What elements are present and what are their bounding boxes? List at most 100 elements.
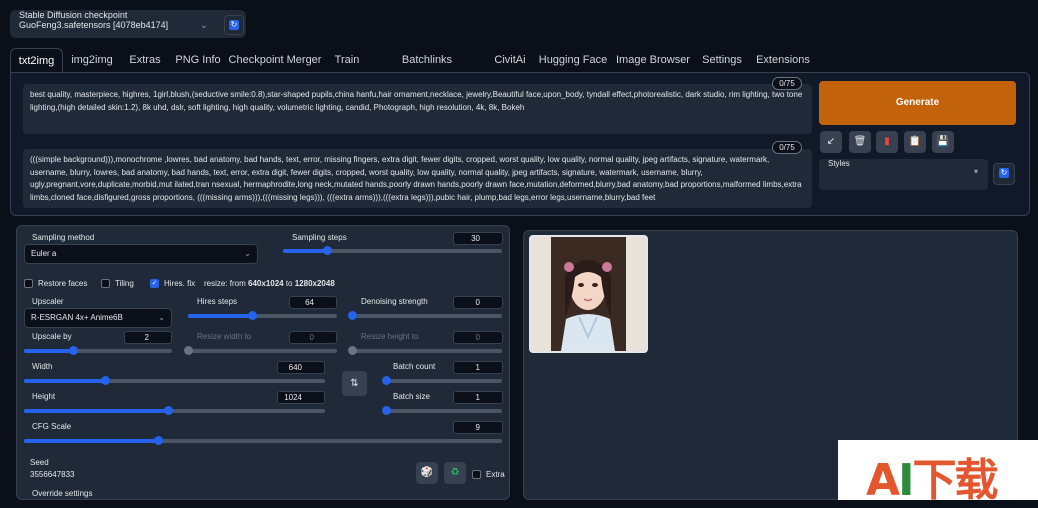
denoising-strength-slider[interactable] bbox=[348, 311, 502, 320]
seed-group bbox=[24, 455, 410, 485]
tiling-label: Tiling bbox=[115, 279, 134, 288]
checkpoint-select[interactable]: GuoFeng3.safetensors [4078eb4174] bbox=[16, 16, 216, 36]
denoising-strength-input[interactable]: 0 bbox=[453, 296, 503, 309]
watermark-logo: AI下载 bbox=[838, 440, 1038, 506]
apply-style-button[interactable]: 📋 bbox=[904, 131, 926, 153]
cfg-scale-label: CFG Scale bbox=[32, 422, 72, 431]
resize-height-label: Resize height to bbox=[361, 332, 419, 341]
hires-steps-slider[interactable] bbox=[188, 311, 337, 320]
resize-info: resize: from 640x1024 to 1280x2048 bbox=[204, 279, 335, 288]
height-input[interactable]: 1024 bbox=[277, 391, 325, 404]
upscaler-value: R-ESRGAN 4x+ Anime6B bbox=[31, 313, 123, 322]
restore-faces-checkbox[interactable] bbox=[24, 279, 33, 288]
portrait-image bbox=[531, 237, 646, 351]
refresh-styles-button[interactable]: ↻ bbox=[993, 163, 1015, 185]
sampling-steps-input[interactable]: 30 bbox=[453, 232, 503, 245]
batch-count-slider[interactable] bbox=[382, 376, 502, 385]
resize-width-slider[interactable] bbox=[184, 346, 337, 355]
tab-civitai[interactable]: CivitAi bbox=[486, 48, 534, 72]
save-style-button[interactable]: 💾 bbox=[932, 131, 954, 153]
upscale-by-slider[interactable] bbox=[24, 346, 172, 355]
styles-dropdown-arrow: ▾ bbox=[974, 167, 979, 176]
resize-width-input[interactable]: 0 bbox=[289, 331, 337, 344]
resize-height-slider[interactable] bbox=[348, 346, 502, 355]
upscaler-select[interactable]: R-ESRGAN 4x+ Anime6B ⌄ bbox=[24, 308, 172, 328]
extra-seed-label: Extra bbox=[486, 470, 505, 479]
tab-extensions[interactable]: Extensions bbox=[752, 48, 814, 72]
reuse-seed-button[interactable]: ♻ bbox=[444, 462, 466, 484]
negative-prompt-textarea[interactable]: (((simple background))),monochrome ,lowr… bbox=[23, 149, 812, 208]
generate-button[interactable]: Generate bbox=[819, 81, 1016, 125]
batch-count-input[interactable]: 1 bbox=[453, 361, 503, 374]
sampling-method-value: Euler a bbox=[31, 249, 57, 258]
tab-settings[interactable]: Settings bbox=[697, 48, 747, 72]
batch-size-label: Batch size bbox=[393, 392, 430, 401]
tab-train[interactable]: Train bbox=[326, 48, 368, 72]
tab-extras[interactable]: Extras bbox=[122, 48, 168, 72]
tab-checkpoint-merger[interactable]: Checkpoint Merger bbox=[228, 48, 322, 72]
batch-count-label: Batch count bbox=[393, 362, 436, 371]
extra-networks-button[interactable]: ▮ bbox=[876, 131, 898, 153]
card-icon: ▮ bbox=[884, 136, 890, 147]
sampling-method-select[interactable]: Euler a ⌄ bbox=[24, 244, 258, 264]
clear-prompt-button[interactable]: 🗑 bbox=[849, 131, 871, 153]
dice-icon: 🎲 bbox=[420, 467, 434, 478]
extra-seed-checkbox[interactable] bbox=[472, 470, 481, 479]
resize-height-input[interactable]: 0 bbox=[453, 331, 503, 344]
seed-input[interactable]: 3556647833 bbox=[30, 470, 75, 479]
upscale-by-label: Upscale by bbox=[32, 332, 72, 341]
hires-steps-label: Hires steps bbox=[197, 297, 238, 306]
tab-img2img[interactable]: img2img bbox=[66, 48, 118, 72]
sampling-steps-slider[interactable] bbox=[283, 246, 502, 255]
tab-txt2img[interactable]: txt2img bbox=[10, 48, 63, 72]
batch-size-input[interactable]: 1 bbox=[453, 391, 503, 404]
seed-label: Seed bbox=[30, 458, 49, 467]
prompt-textarea[interactable]: best quality, masterpiece, highres, 1gir… bbox=[23, 84, 812, 134]
random-seed-button[interactable]: 🎲 bbox=[416, 462, 438, 484]
upscale-by-input[interactable]: 2 bbox=[124, 331, 172, 344]
arrow-icon: ↙ bbox=[826, 136, 836, 147]
hires-fix-label: Hires. fix bbox=[164, 279, 196, 288]
refresh-icon: ↻ bbox=[999, 168, 1009, 178]
width-input[interactable]: 640 bbox=[277, 361, 325, 374]
tab-hugging-face[interactable]: Hugging Face bbox=[538, 48, 608, 72]
chevron-down-icon: ⌄ bbox=[158, 313, 165, 322]
styles-label: Styles bbox=[828, 159, 850, 168]
clipboard-icon: 📋 bbox=[908, 136, 922, 147]
watermark-text: AI下载 bbox=[866, 455, 998, 506]
tab-image-browser[interactable]: Image Browser bbox=[613, 48, 693, 72]
prompt-token-counter: 0/75 bbox=[772, 77, 802, 90]
swap-icon: ⇅ bbox=[350, 378, 359, 389]
chevron-down-icon: ⌄ bbox=[244, 249, 251, 258]
resize-to-word: to bbox=[283, 279, 295, 288]
tiling-checkbox[interactable] bbox=[101, 279, 110, 288]
height-label: Height bbox=[32, 392, 56, 401]
sampling-method-label: Sampling method bbox=[32, 233, 95, 242]
hires-steps-input[interactable]: 64 bbox=[289, 296, 337, 309]
swap-dimensions-button[interactable]: ⇅ bbox=[342, 371, 367, 396]
denoising-strength-label: Denoising strength bbox=[361, 297, 428, 306]
refresh-icon: ↻ bbox=[229, 20, 239, 30]
sampling-steps-label: Sampling steps bbox=[292, 233, 347, 242]
chevron-down-icon: ⌄ bbox=[200, 20, 208, 30]
upscaler-label: Upscaler bbox=[32, 297, 64, 306]
cfg-scale-slider[interactable] bbox=[24, 436, 502, 445]
read-params-button[interactable]: ↙ bbox=[820, 131, 842, 153]
tab-png-info[interactable]: PNG Info bbox=[172, 48, 224, 72]
recycle-icon: ♻ bbox=[450, 467, 460, 478]
width-label: Width bbox=[32, 362, 53, 371]
width-slider[interactable] bbox=[24, 376, 325, 385]
cfg-scale-input[interactable]: 9 bbox=[453, 421, 503, 434]
generated-image-thumbnail[interactable] bbox=[529, 235, 648, 353]
tab-batchlinks-downloader[interactable]: Batchlinks Downloader bbox=[372, 48, 482, 90]
hires-fix-checkbox[interactable]: ✓ bbox=[150, 279, 159, 288]
save-icon: 💾 bbox=[936, 136, 950, 147]
batch-size-slider[interactable] bbox=[382, 406, 502, 415]
resize-to: 1280x2048 bbox=[294, 279, 335, 288]
height-slider[interactable] bbox=[24, 406, 325, 415]
refresh-checkpoint-button[interactable]: ↻ bbox=[224, 15, 244, 35]
negative-prompt-token-counter: 0/75 bbox=[772, 141, 802, 154]
resize-width-label: Resize width to bbox=[197, 332, 252, 341]
override-settings-label: Override settings bbox=[32, 489, 93, 498]
restore-faces-label: Restore faces bbox=[38, 279, 88, 288]
